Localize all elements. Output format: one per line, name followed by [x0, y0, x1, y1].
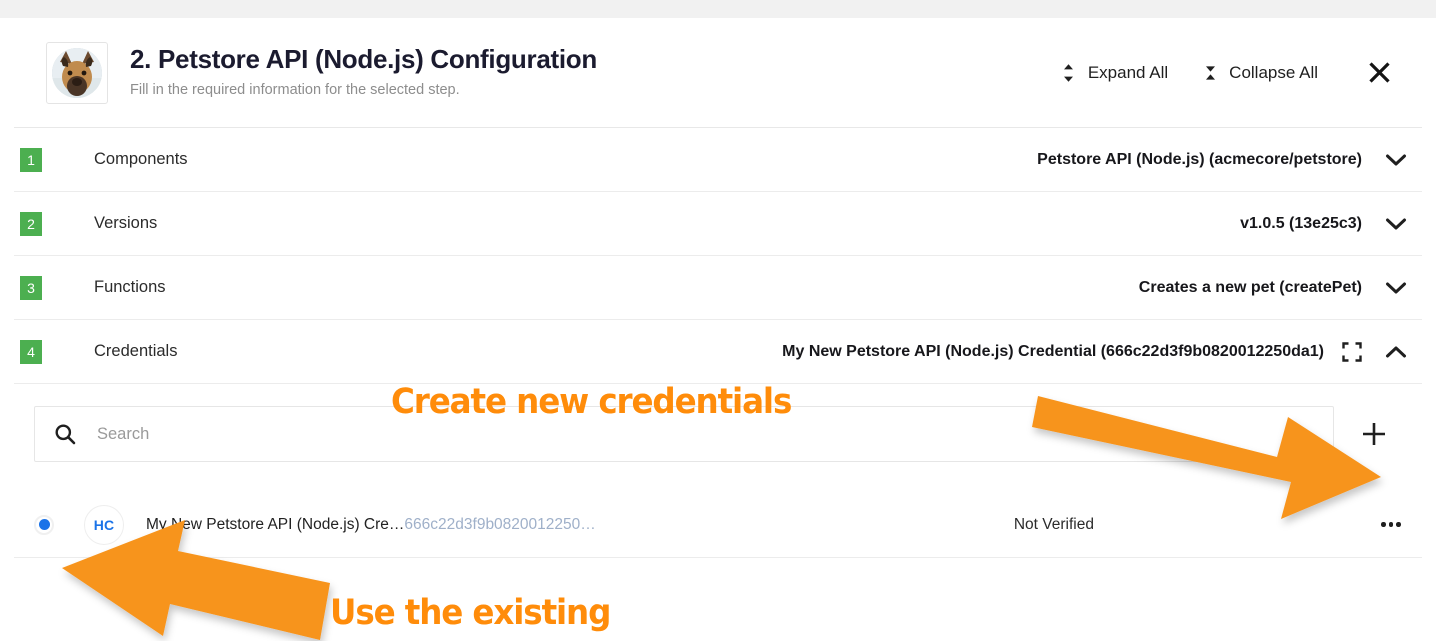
step-value: My New Petstore API (Node.js) Credential… [782, 342, 1324, 360]
close-button[interactable] [1364, 58, 1394, 88]
annotation-use-the-existing: Use the existing [330, 593, 611, 633]
credential-name: My New Petstore API (Node.js) Cre… [146, 515, 405, 533]
close-icon [1368, 62, 1390, 83]
fullscreen-expand-icon[interactable] [1342, 341, 1362, 362]
credentials-panel: HC My New Petstore API (Node.js) Cre… 66… [14, 384, 1422, 558]
chevron-down-icon[interactable] [1384, 148, 1408, 172]
page-title: 2. Petstore API (Node.js) Configuration [130, 44, 597, 75]
step-label: Functions [94, 278, 166, 296]
chevron-down-icon[interactable] [1384, 276, 1408, 300]
header-text-block: 2. Petstore API (Node.js) Configuration … [130, 44, 1051, 99]
plus-icon [1363, 423, 1385, 445]
dialog-header: 2. Petstore API (Node.js) Configuration … [14, 18, 1422, 128]
step-value: v1.0.5 (13e25c3) [1240, 214, 1362, 232]
radio-dot [38, 519, 50, 530]
step-number-badge: 3 [20, 275, 42, 300]
step-row-versions[interactable]: 2 Versions v1.0.5 (13e25c3) [14, 192, 1422, 256]
chevron-down-icon[interactable] [1384, 212, 1408, 236]
step-row-components[interactable]: 1 Components Petstore API (Node.js) (acm… [14, 128, 1422, 192]
collapse-all-button[interactable]: Collapse All [1192, 56, 1328, 90]
credential-avatar: HC [84, 504, 124, 545]
step-row-functions[interactable]: 3 Functions Creates a new pet (createPet… [14, 256, 1422, 320]
search-box[interactable] [34, 406, 1334, 462]
radio-selected-icon[interactable] [34, 514, 54, 535]
collapse-all-label: Collapse All [1229, 62, 1318, 82]
expand-vertical-icon [1061, 62, 1077, 84]
status-badge: Not Verified [1013, 515, 1094, 533]
credential-id: 666c22d3f9b0820012250… [404, 515, 596, 533]
step-number-badge: 2 [20, 211, 42, 236]
expand-all-button[interactable]: Expand All [1051, 56, 1178, 90]
add-credential-button[interactable] [1348, 408, 1400, 460]
dog-avatar-photo-icon [52, 47, 102, 98]
step-label: Versions [94, 214, 158, 232]
step-value: Petstore API (Node.js) (acmecore/petstor… [1037, 150, 1362, 168]
kebab-menu-icon[interactable] [1374, 508, 1408, 542]
step-row-credentials[interactable]: 4 Credentials My New Petstore API (Node.… [14, 320, 1422, 384]
search-icon [53, 422, 77, 446]
step-label: Credentials [94, 342, 178, 360]
step-label: Components [94, 150, 188, 168]
page-subtitle: Fill in the required information for the… [130, 82, 460, 99]
step-number-badge: 4 [20, 339, 42, 364]
top-gray-strip [0, 0, 1436, 18]
step-value: Creates a new pet (createPet) [1138, 278, 1362, 296]
search-bar [14, 384, 1422, 462]
avatar [46, 41, 108, 104]
chevron-up-icon[interactable] [1384, 340, 1408, 364]
header-actions: Expand All Collapse All [1051, 56, 1408, 90]
credential-configuration-dialog: 2. Petstore API (Node.js) Configuration … [0, 0, 1436, 641]
collapse-vertical-icon [1202, 62, 1218, 84]
expand-all-label: Expand All [1087, 62, 1169, 82]
credential-list-item[interactable]: HC My New Petstore API (Node.js) Cre… 66… [14, 492, 1422, 558]
search-input[interactable] [95, 423, 1315, 445]
steps-list: 1 Components Petstore API (Node.js) (acm… [14, 128, 1422, 384]
step-number-badge: 1 [20, 147, 42, 172]
